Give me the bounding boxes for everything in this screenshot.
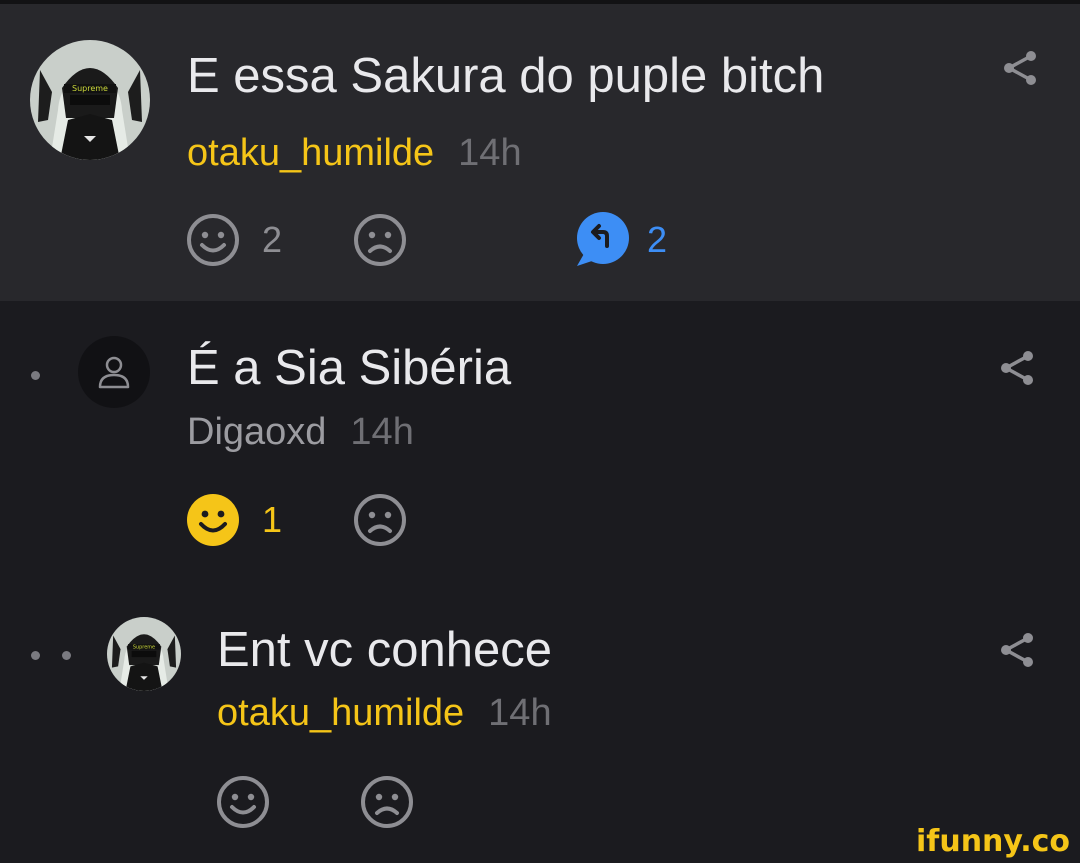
comment-3: Supreme Ent vc conhece otaku_humilde 14h [0, 581, 1080, 863]
username[interactable]: Digaoxd [187, 411, 326, 453]
user-avatar[interactable]: Supreme [107, 617, 181, 691]
anime-avatar-icon: Supreme [30, 40, 150, 160]
thread-indent-dot [62, 651, 71, 660]
like-button[interactable]: 2 [186, 213, 282, 267]
reply-count: 2 [647, 219, 668, 260]
thread-indent-dot [31, 651, 40, 660]
comment-meta: otaku_humilde 14h [187, 131, 522, 175]
svg-text:Supreme: Supreme [72, 84, 108, 93]
svg-text:Supreme: Supreme [133, 644, 155, 650]
dislike-button[interactable] [360, 775, 414, 829]
username[interactable]: otaku_humilde [217, 692, 464, 734]
smile-icon [217, 776, 269, 828]
anime-avatar-icon: Supreme [107, 617, 181, 691]
person-icon [98, 356, 130, 389]
like-count: 1 [262, 499, 283, 540]
timestamp: 14h [458, 132, 522, 174]
frown-icon [354, 494, 406, 546]
user-avatar[interactable]: Supreme [30, 40, 150, 160]
like-count: 2 [262, 219, 283, 260]
smile-icon-active [187, 494, 239, 546]
comment-text: Ent vc conhece [217, 623, 553, 677]
watermark: ifunny.co [916, 824, 1070, 859]
thread-indent-dot [31, 371, 40, 380]
comment-text: É a Sia Sibéria [187, 341, 512, 395]
dislike-button[interactable] [353, 493, 407, 547]
replies-button[interactable]: 2 [573, 212, 667, 268]
timestamp: 14h [350, 411, 414, 453]
user-avatar[interactable] [78, 336, 150, 408]
comment-2: É a Sia Sibéria Digaoxd 14h 1 [0, 301, 1080, 581]
frown-icon [354, 214, 406, 266]
comment-1: Supreme E essa Sakura do puple bitch ota… [0, 4, 1080, 301]
like-button[interactable]: 1 [186, 493, 282, 547]
comment-meta: Digaoxd 14h [187, 410, 414, 454]
timestamp: 14h [488, 692, 552, 734]
share-icon[interactable] [997, 348, 1037, 388]
username[interactable]: otaku_humilde [187, 132, 434, 174]
share-icon[interactable] [997, 630, 1037, 670]
dislike-button[interactable] [353, 213, 407, 267]
frown-icon [361, 776, 413, 828]
reply-bubble-icon [577, 212, 629, 266]
comment-meta: otaku_humilde 14h [217, 691, 552, 735]
like-button[interactable] [216, 775, 270, 829]
smile-icon [187, 214, 239, 266]
share-icon[interactable] [1000, 48, 1040, 88]
comment-text: E essa Sakura do puple bitch [187, 49, 825, 103]
